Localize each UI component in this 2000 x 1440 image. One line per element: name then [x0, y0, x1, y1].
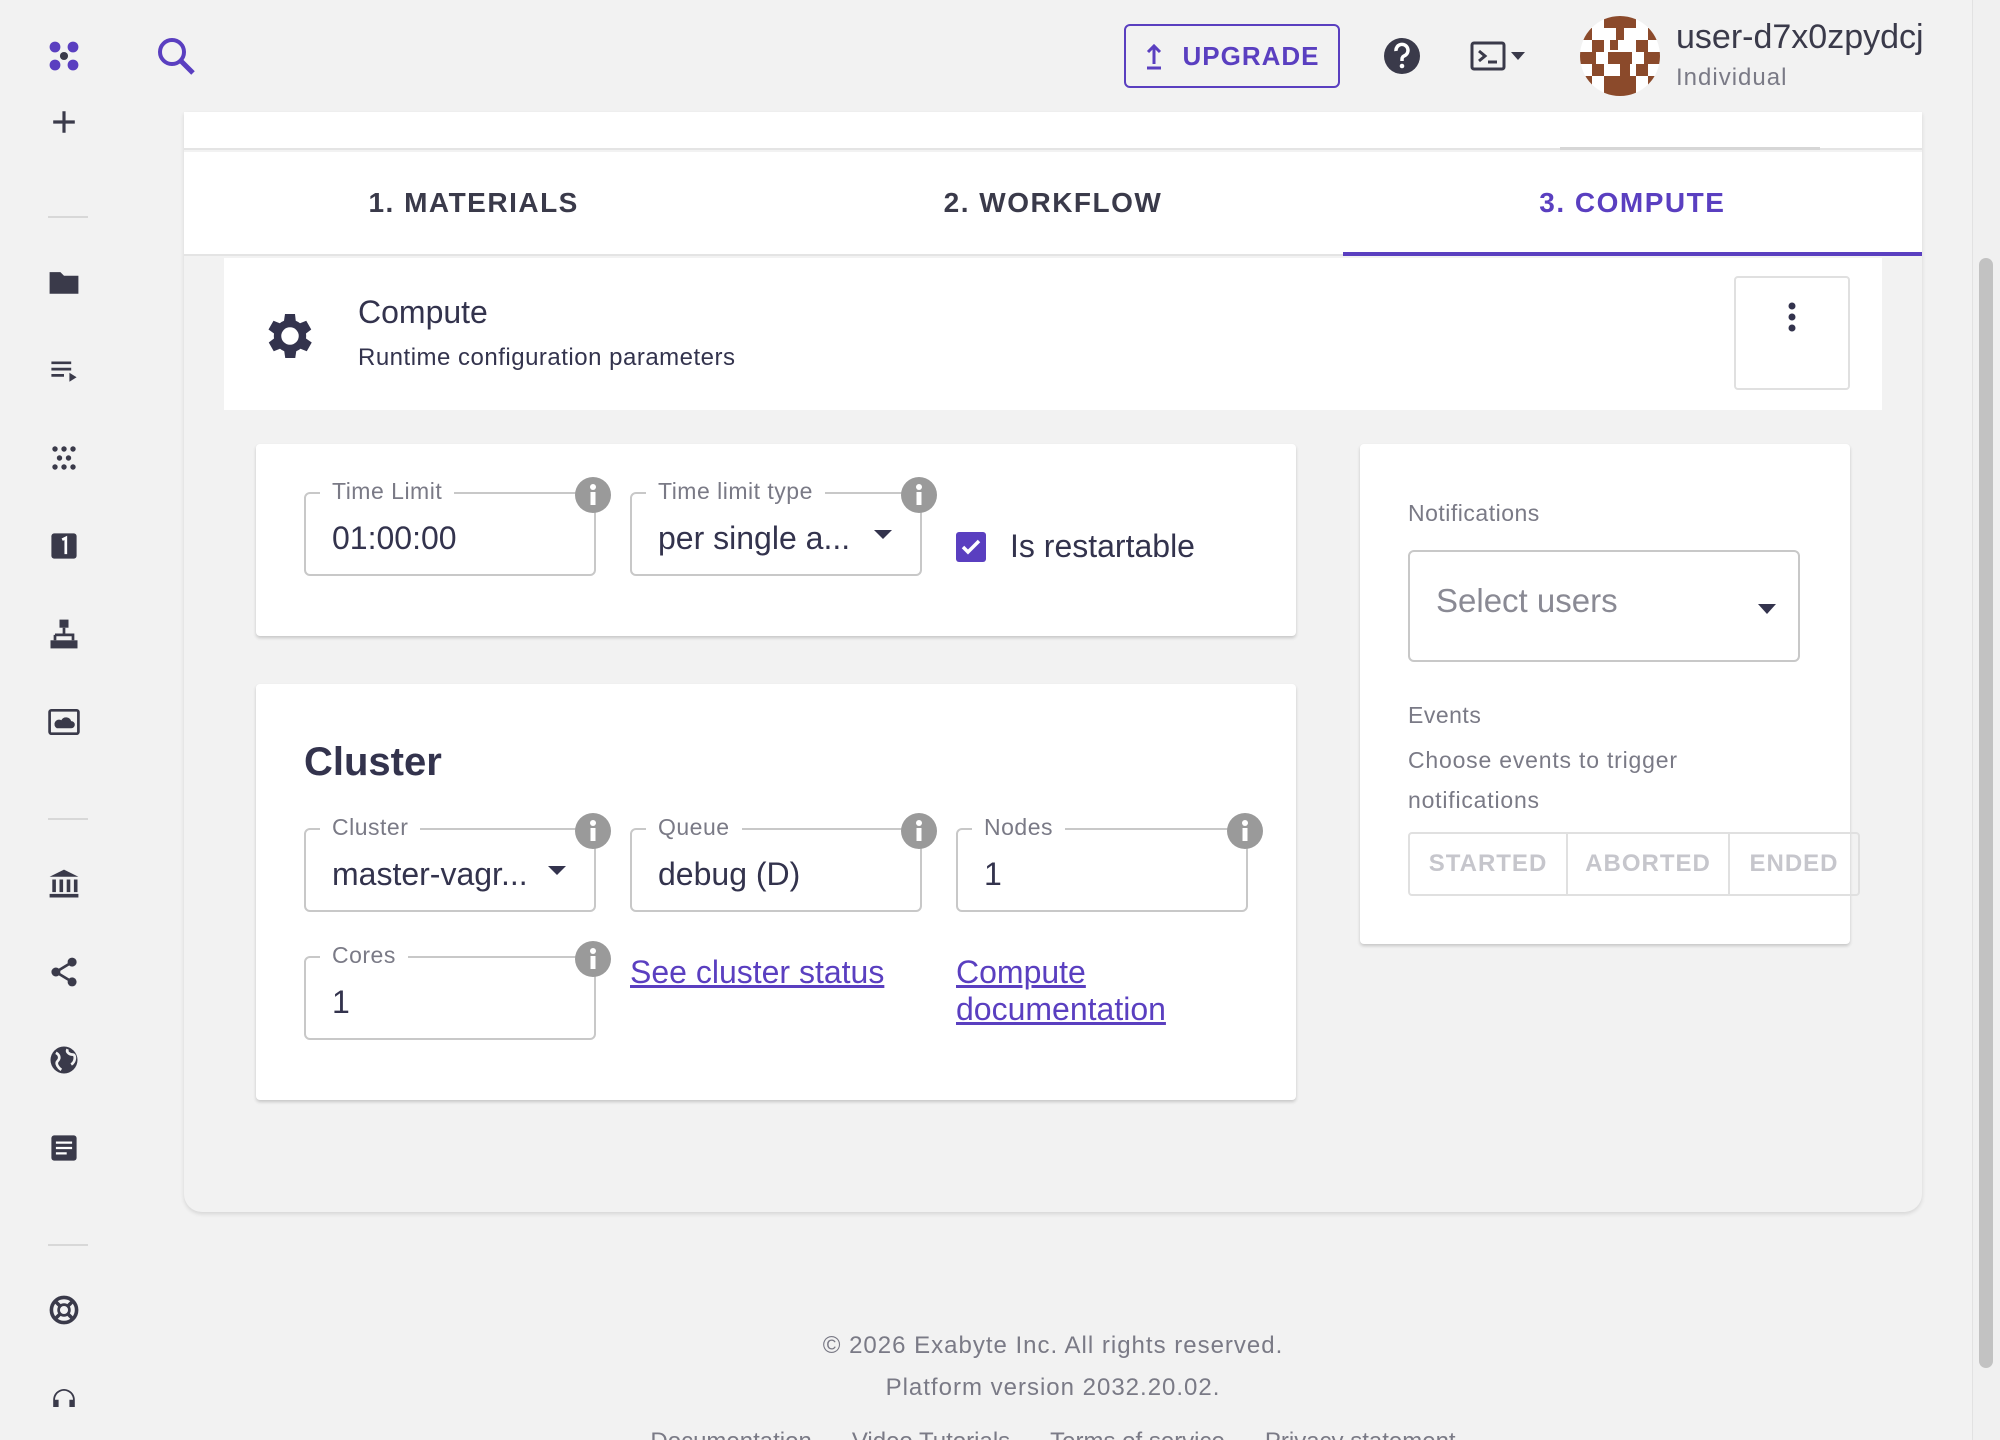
help-ring-icon[interactable] — [44, 1290, 84, 1330]
compute-subtitle: Runtime configuration parameters — [358, 344, 736, 371]
sidebar — [0, 0, 128, 1440]
footer-version: Platform version 2032.20.02. — [885, 1374, 1221, 1401]
cluster-select[interactable]: Cluster master-vagr... — [304, 814, 596, 912]
gear-icon — [268, 314, 312, 358]
time-limit-field[interactable]: Time Limit 01:00:00 — [304, 478, 596, 576]
time-limit-type-label: Time limit type — [646, 478, 825, 505]
upgrade-button[interactable]: UPGRADE — [1124, 24, 1340, 88]
nodes-field[interactable]: Nodes 1 — [956, 814, 1248, 912]
hierarchy-icon[interactable] — [44, 614, 84, 654]
compute-docs-line1: Compute — [956, 954, 1086, 990]
compute-title: Compute — [358, 294, 488, 330]
time-limit-type-value: per single a... — [658, 520, 851, 556]
is-restartable-label: Is restartable — [1010, 528, 1195, 564]
info-icon[interactable] — [1226, 812, 1264, 850]
cluster-panel: Cluster Cluster master-vagr... Queue deb… — [256, 684, 1296, 1100]
footer-link-terms[interactable]: Terms of service — [1050, 1428, 1225, 1440]
more-options-button[interactable] — [1734, 276, 1850, 390]
share-icon[interactable] — [44, 952, 84, 992]
user-role: Individual — [1676, 64, 1788, 91]
queue-label: Queue — [646, 814, 742, 841]
notifications-panel: Notifications Select users Events Choose… — [1360, 444, 1860, 944]
logo-icon[interactable] — [44, 36, 84, 76]
caret-down-icon — [1758, 604, 1776, 614]
avatar[interactable] — [1580, 16, 1660, 96]
cores-value: 1 — [332, 984, 350, 1020]
notifications-label: Notifications — [1408, 500, 1540, 526]
terminal-menu-button[interactable] — [1470, 38, 1530, 74]
tab-workflow[interactable]: 2. WORKFLOW — [763, 152, 1342, 254]
info-icon[interactable] — [900, 812, 938, 850]
materials-icon[interactable] — [44, 438, 84, 478]
sidebar-divider — [48, 216, 88, 218]
time-limit-panel: Time Limit 01:00:00 Time limit type per … — [256, 444, 1296, 636]
events-label: Events — [1408, 702, 1482, 728]
event-ended-button[interactable]: ENDED — [1730, 834, 1858, 894]
compute-header: Compute Runtime configuration parameters — [224, 258, 1882, 410]
nodes-label: Nodes — [972, 814, 1065, 841]
sidebar-divider — [48, 1244, 88, 1246]
info-icon[interactable] — [574, 940, 612, 978]
compute-documentation-link[interactable]: Compute documentation — [956, 954, 1166, 1028]
check-icon — [961, 539, 981, 555]
event-started-button[interactable]: STARTED — [1410, 834, 1568, 894]
upload-icon — [1147, 43, 1162, 70]
cluster-value: master-vagr... — [332, 856, 528, 892]
nodes-value: 1 — [984, 856, 1002, 892]
workflow-list-icon[interactable] — [44, 350, 84, 390]
events-description: Choose events to trigger notifications — [1408, 747, 1678, 813]
cluster-title: Cluster — [304, 740, 442, 784]
footer-link-privacy[interactable]: Privacy statement — [1265, 1428, 1456, 1440]
support-icon[interactable] — [44, 1378, 84, 1418]
see-cluster-status-link[interactable]: See cluster status — [630, 954, 884, 991]
top-header: UPGRADE user-d7x0zpydcj Individual — [128, 0, 1970, 112]
chevron-down-icon — [1511, 52, 1525, 60]
cores-label: Cores — [320, 942, 408, 969]
info-icon[interactable] — [574, 812, 612, 850]
tab-compute[interactable]: 3. COMPUTE — [1342, 152, 1922, 256]
help-icon[interactable] — [1382, 36, 1422, 76]
more-vert-icon — [1788, 302, 1796, 332]
info-icon[interactable] — [574, 476, 612, 514]
terminal-icon — [1470, 41, 1506, 71]
select-users-dropdown[interactable]: Select users — [1408, 550, 1800, 662]
card-top-strip — [184, 112, 1922, 150]
footer-link-documentation[interactable]: Documentation — [650, 1428, 811, 1440]
page-scrollbar[interactable] — [1972, 0, 2000, 1440]
search-icon[interactable] — [154, 34, 198, 78]
user-name[interactable]: user-d7x0zpydcj — [1676, 18, 1924, 57]
caret-down-icon — [548, 866, 566, 875]
compute-docs-line2: documentation — [956, 991, 1166, 1027]
job-tabs: 1. MATERIALS 2. WORKFLOW 3. COMPUTE — [184, 152, 1922, 256]
tab-materials[interactable]: 1. MATERIALS — [184, 152, 763, 254]
jobs-icon[interactable] — [44, 526, 84, 566]
cloud-monitor-icon[interactable] — [44, 702, 84, 742]
footer-links: Documentation Video Tutorials Terms of s… — [184, 1428, 1922, 1440]
cluster-label: Cluster — [320, 814, 421, 841]
select-users-placeholder: Select users — [1436, 582, 1618, 619]
notes-icon[interactable] — [44, 1128, 84, 1168]
caret-down-icon — [874, 530, 892, 539]
info-icon[interactable] — [900, 476, 938, 514]
sidebar-divider — [48, 818, 88, 820]
time-limit-type-select[interactable]: Time limit type per single a... — [630, 478, 922, 576]
queue-field[interactable]: Queue debug (D) — [630, 814, 922, 912]
folder-icon[interactable] — [44, 262, 84, 302]
cores-field[interactable]: Cores 1 — [304, 942, 596, 1040]
footer-copyright: © 2026 Exabyte Inc. All rights reserved. — [822, 1332, 1284, 1359]
bank-icon[interactable] — [44, 864, 84, 904]
time-limit-label: Time Limit — [320, 478, 455, 505]
event-button-group: STARTED ABORTED ENDED — [1408, 832, 1860, 896]
is-restartable-checkbox[interactable] — [956, 532, 986, 562]
job-designer-card: 1. MATERIALS 2. WORKFLOW 3. COMPUTE Comp… — [184, 112, 1922, 1212]
footer-link-video-tutorials[interactable]: Video Tutorials — [852, 1428, 1010, 1440]
event-aborted-button[interactable]: ABORTED — [1568, 834, 1730, 894]
plus-icon[interactable] — [44, 102, 84, 142]
queue-value: debug (D) — [658, 856, 801, 892]
scrollbar-thumb[interactable] — [1979, 258, 1993, 1368]
globe-icon[interactable] — [44, 1040, 84, 1080]
time-limit-value: 01:00:00 — [332, 520, 457, 556]
upgrade-label: UPGRADE — [1182, 40, 1320, 71]
